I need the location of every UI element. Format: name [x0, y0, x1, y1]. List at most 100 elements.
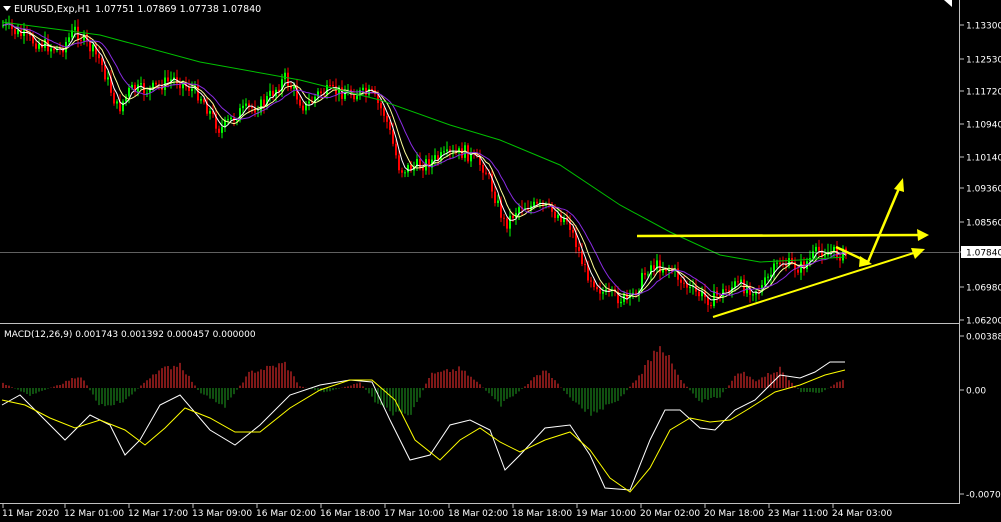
- chart-menu-triangle-icon[interactable]: [3, 6, 11, 11]
- candle-body: [44, 39, 46, 48]
- candle-body: [293, 86, 295, 89]
- autoscroll-icon[interactable]: [944, 0, 952, 7]
- candle-body: [407, 164, 409, 173]
- candle-body: [50, 48, 52, 52]
- candle-body: [752, 294, 754, 296]
- candle-body: [602, 292, 604, 294]
- candle-body: [422, 167, 424, 171]
- candle-body: [386, 115, 388, 122]
- candle-body: [689, 287, 691, 289]
- candle-body: [209, 110, 211, 114]
- candle-body: [443, 151, 445, 153]
- candle-body: [98, 54, 100, 59]
- candle-body: [494, 191, 496, 204]
- candle-body: [404, 172, 406, 174]
- candle-body: [584, 264, 586, 266]
- moving-averages-layer: [1, 21, 847, 301]
- price-tick-label: 1.12530: [966, 56, 1001, 66]
- candle-body: [242, 105, 244, 109]
- time-tick-label: 16 Mar 02:00: [256, 509, 316, 519]
- candle-body: [251, 106, 253, 109]
- candle-body: [599, 289, 601, 294]
- candle-body: [713, 290, 715, 307]
- candle-body: [746, 287, 748, 294]
- moving-average-line: [2, 23, 846, 299]
- macd-tick-label: 0.00: [966, 387, 986, 397]
- candle-body: [503, 217, 505, 219]
- candle-body: [245, 103, 247, 106]
- candle-body: [14, 29, 16, 35]
- time-tick-label: 20 Mar 02:00: [640, 509, 700, 519]
- chart-window[interactable]: EURUSD,Exp,H1 1.07751 1.07869 1.07738 1.…: [0, 0, 1001, 522]
- macd-tick-label: 0.003887: [966, 333, 1001, 343]
- candle-body: [536, 201, 538, 204]
- time-tick-label: 18 Mar 18:00: [512, 509, 572, 519]
- candles-layer: [2, 15, 847, 313]
- candle-body: [221, 127, 223, 133]
- candle-body: [104, 65, 106, 80]
- trendline-drawings[interactable]: [636, 178, 929, 318]
- time-tick-label: 20 Mar 18:00: [704, 509, 764, 519]
- candle-body: [320, 91, 322, 93]
- time-tick-label: 12 Mar 01:00: [64, 509, 124, 519]
- moving-average-line: [2, 23, 847, 301]
- price-tick-label: 1.10140: [966, 154, 1001, 164]
- candle-body: [68, 37, 70, 42]
- candle-body: [101, 58, 103, 66]
- time-axis[interactable]: 11 Mar 2020 12 Mar 01:00 12 Mar 17:00 13 Ma…: [2, 504, 892, 519]
- time-tick-label: 19 Mar 10:00: [576, 509, 636, 519]
- symbol-label: EURUSD,Exp,H1: [14, 4, 91, 15]
- projection-arrow-head: [894, 178, 904, 192]
- candle-body: [401, 170, 403, 173]
- candle-body: [683, 282, 685, 284]
- candle-body: [383, 108, 385, 116]
- price-pane[interactable]: EURUSD,Exp,H1 1.07751 1.07869 1.07738 1.…: [0, 0, 960, 318]
- macd-title: MACD(12,26,9) 0.001743 0.001392 0.000457…: [4, 330, 256, 340]
- candle-body: [23, 30, 25, 37]
- candle-body: [578, 247, 580, 251]
- price-tick-label: 1.11720: [966, 88, 1001, 98]
- candle-body: [776, 262, 778, 264]
- time-tick-label: 23 Mar 11:00: [768, 509, 828, 519]
- candle-body: [272, 90, 274, 97]
- price-axis[interactable]: 1.13300 1.12530 1.11720 1.10940 1.10140 1.093…: [960, 22, 1001, 501]
- macd-pane[interactable]: MACD(12,26,9) 0.001743 0.001392 0.000457…: [1, 330, 846, 493]
- candle-body: [485, 172, 487, 174]
- ohlc-values: 1.07751 1.07869 1.07738 1.07840: [95, 4, 261, 15]
- candle-body: [512, 215, 514, 218]
- candle-body: [230, 117, 232, 120]
- price-tick-label: 1.10940: [966, 121, 1001, 131]
- candle-body: [116, 101, 118, 104]
- candle-body: [155, 82, 157, 85]
- projection-arrow-path[interactable]: [835, 185, 902, 264]
- candle-body: [779, 262, 781, 265]
- resistance-arrow-head: [917, 229, 929, 241]
- candle-body: [596, 287, 598, 290]
- candle-body: [506, 218, 508, 229]
- chart-canvas[interactable]: EURUSD,Exp,H1 1.07751 1.07869 1.07738 1.…: [0, 0, 1001, 522]
- candle-body: [53, 48, 55, 51]
- candle-body: [815, 246, 817, 252]
- candle-body: [824, 255, 826, 257]
- candle-body: [680, 279, 682, 283]
- candle-body: [140, 83, 142, 85]
- time-tick-label: 24 Mar 03:00: [832, 509, 892, 519]
- candle-body: [581, 250, 583, 265]
- time-tick-label: 17 Mar 10:00: [384, 509, 444, 519]
- price-tick-label: 1.13300: [966, 22, 1001, 32]
- candle-body: [371, 88, 373, 91]
- candle-body: [590, 280, 592, 282]
- candle-body: [698, 291, 700, 297]
- current-price-label: 1.07840: [966, 249, 1001, 259]
- candle-body: [461, 148, 463, 158]
- candle-body: [353, 94, 355, 100]
- candle-body: [533, 201, 535, 206]
- candle-body: [557, 214, 559, 218]
- candle-body: [725, 289, 727, 291]
- candle-body: [593, 281, 595, 288]
- time-tick-label: 11 Mar 2020: [2, 509, 59, 519]
- candle-body: [299, 99, 301, 106]
- candle-body: [647, 274, 649, 276]
- candle-body: [35, 43, 37, 49]
- resistance-trendline[interactable]: [636, 233, 926, 238]
